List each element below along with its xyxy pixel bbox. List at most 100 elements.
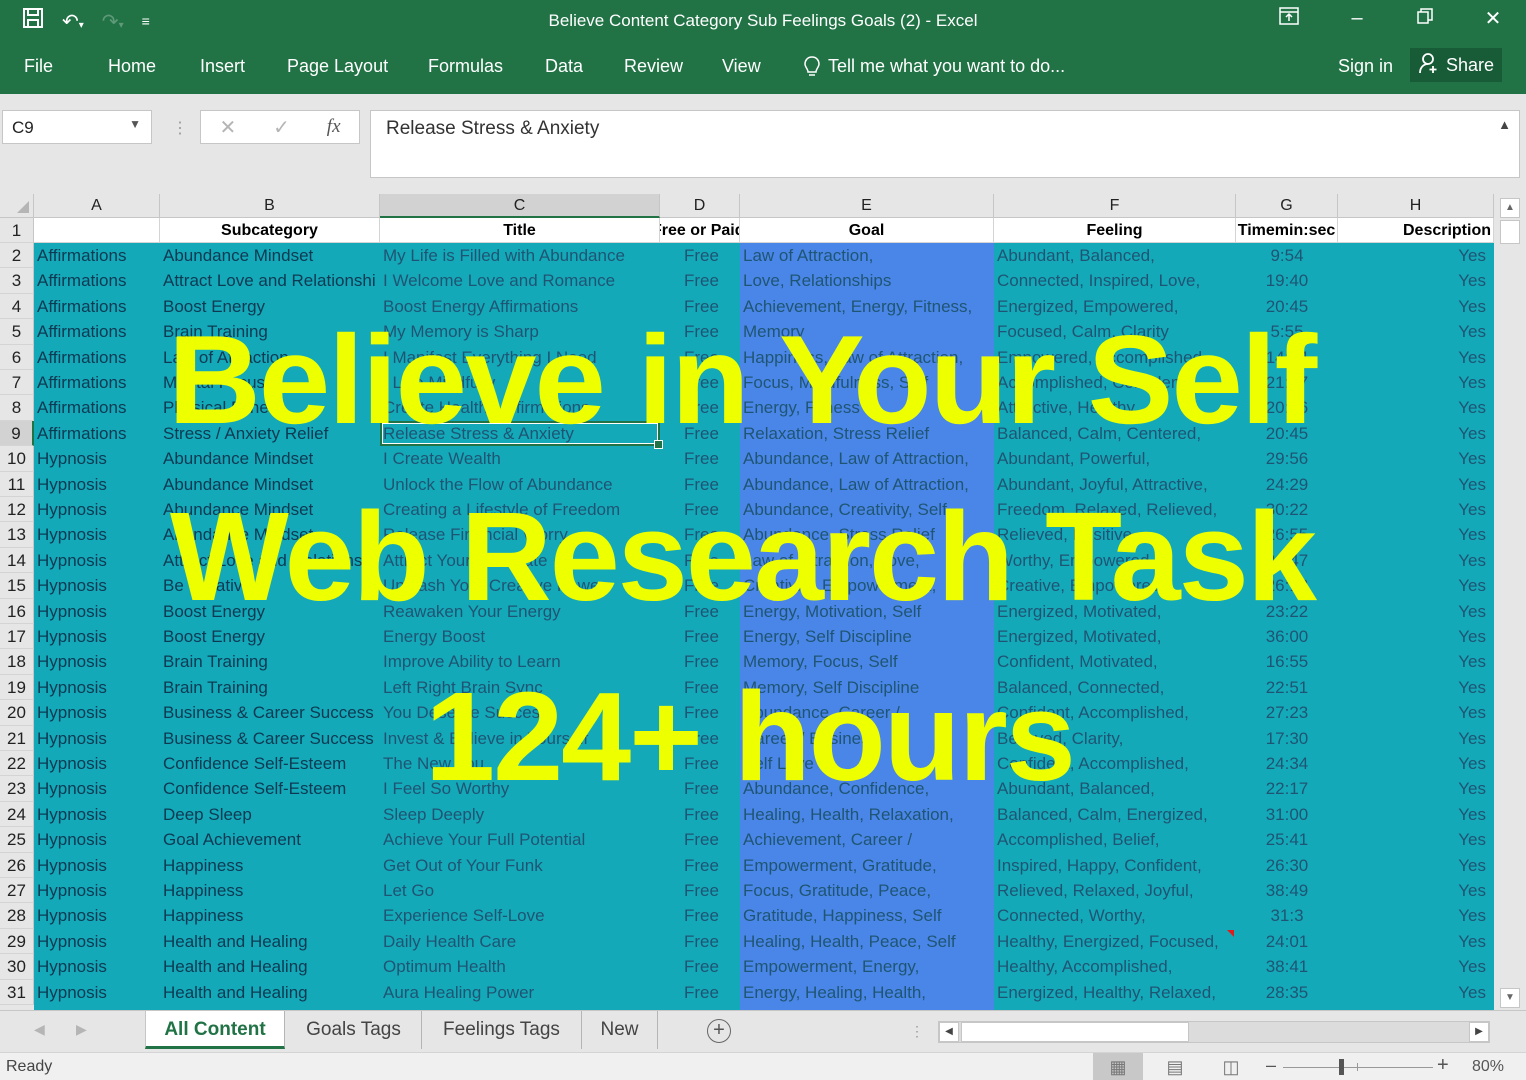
cell-f[interactable]: Focused, Calm, Clarity [994,319,1236,344]
cell-h[interactable]: Yes [1338,954,1494,979]
cell-f[interactable]: Accomplished, Confident [994,370,1236,395]
header-cell-h[interactable]: Description [1338,218,1494,243]
cell-b[interactable]: Happiness [160,903,380,928]
page-layout-view-icon[interactable]: ▤ [1150,1053,1200,1080]
add-sheet-icon[interactable]: + [707,1019,731,1043]
sign-in-link[interactable]: Sign in [1338,56,1393,77]
row-header[interactable]: 5 [0,319,34,345]
cell-h[interactable]: Yes [1338,548,1494,573]
cell-g[interactable]: 14:54 [1236,345,1338,370]
cell-g[interactable]: 29:56 [1236,446,1338,471]
cell-b[interactable]: Business & Career Success [160,700,380,725]
close-icon[interactable]: ✕ [1480,6,1506,31]
cell-c[interactable]: Daily Health Care [380,929,660,954]
cell-c[interactable]: Left Right Brain Sync [380,675,660,700]
row-header[interactable]: 6 [0,344,34,370]
cell-c[interactable]: Energy Boost [380,624,660,649]
cell-a[interactable]: Affirmations [34,319,160,344]
cell-h[interactable]: Yes [1338,497,1494,522]
cell-e[interactable]: Law of Attraction, Love, [740,548,994,573]
cell-a[interactable]: Hypnosis [34,980,160,1005]
cell-c[interactable]: I Feel So Worthy [380,776,660,801]
cell-d[interactable]: Free [660,599,740,624]
cell-f[interactable]: Believed, Clarity, [994,726,1236,751]
cell-d[interactable]: Free [660,548,740,573]
cell-e[interactable]: Memory [740,319,994,344]
cell-g[interactable]: 26:55 [1236,522,1338,547]
header-cell-c[interactable]: Title [380,218,660,243]
cell-a[interactable]: Hypnosis [34,675,160,700]
row-header[interactable]: 17 [0,624,34,650]
cell-f[interactable]: Healthy, Energized, Focused, [994,929,1236,954]
cell-e[interactable]: Empowerment, Gratitude, [740,853,994,878]
cell-e[interactable]: Healing, Health, Peace, Self [740,929,994,954]
cell-c[interactable]: You Deserve Success [380,700,660,725]
cell-h[interactable]: Yes [1338,675,1494,700]
cell-b[interactable]: Boost Energy [160,624,380,649]
cell-a[interactable]: Hypnosis [34,548,160,573]
cell-d[interactable]: Free [660,751,740,776]
cell-d[interactable]: Free [660,802,740,827]
cell-f[interactable]: Confident, Accomplished, [994,751,1236,776]
cell-h[interactable]: Yes [1338,929,1494,954]
cell-b[interactable]: Abundance Mindset [160,522,380,547]
cell-h[interactable]: Yes [1338,903,1494,928]
cell-a[interactable]: Hypnosis [34,522,160,547]
cell-g[interactable]: 36:00 [1236,624,1338,649]
row-header[interactable]: 19 [0,674,34,701]
row-header[interactable]: 30 [0,954,34,980]
cell-h[interactable]: Yes [1338,294,1494,319]
cell-e[interactable]: Focus, Gratitude, Peace, [740,878,994,903]
column-header-d[interactable]: D [660,194,740,218]
cell-d[interactable]: Free [660,497,740,522]
cell-h[interactable]: Yes [1338,776,1494,801]
cell-f[interactable]: Creative, Empowered, [994,573,1236,598]
cell-b[interactable]: Business & Career Success [160,726,380,751]
cell-d[interactable]: Free [660,649,740,674]
cell-f[interactable]: Relieved, Relaxed, Joyful, [994,878,1236,903]
cell-b[interactable]: Health and Healing [160,954,380,979]
cell-a[interactable]: Hypnosis [34,497,160,522]
cell-d[interactable]: Free [660,675,740,700]
cell-c[interactable]: Release Financial Worry [380,522,660,547]
cell-c[interactable]: Experience Self-Love [380,903,660,928]
cell-a[interactable]: Affirmations [34,268,160,293]
horizontal-scroll-thumb[interactable] [961,1022,1189,1042]
scroll-down-icon[interactable]: ▼ [1500,988,1520,1008]
column-header-a[interactable]: A [34,194,160,218]
tab-review[interactable]: Review [624,56,683,77]
row-header[interactable]: 20 [0,700,34,726]
enter-icon[interactable]: ✓ [273,115,290,140]
row-header[interactable]: 11 [0,471,34,497]
row-header[interactable]: 9 [0,420,34,447]
row-header[interactable]: 31 [0,979,34,1005]
cell-a[interactable]: Hypnosis [34,954,160,979]
cell-d[interactable]: Free [660,446,740,471]
tab-data[interactable]: Data [545,56,583,77]
cell-d[interactable]: Free [660,954,740,979]
cell-b[interactable]: Attract Love and Relationshi [160,268,380,293]
vertical-scroll-thumb[interactable] [1500,220,1520,244]
scroll-right-icon[interactable]: ▶ [1469,1022,1489,1042]
cell-b[interactable]: Brain Training [160,675,380,700]
row-header[interactable]: 2 [0,243,34,269]
cell-b[interactable]: Brain Training [160,319,380,344]
cell-c[interactable]: Improve Ability to Learn [380,649,660,674]
normal-view-icon[interactable]: ▦ [1093,1053,1143,1080]
cell-f[interactable]: Worthy, Empowered, [994,548,1236,573]
cell-h[interactable]: Yes [1338,649,1494,674]
cell-h[interactable]: Yes [1338,751,1494,776]
cell-e[interactable]: Abundance, Confidence, [740,776,994,801]
cell-h[interactable]: Yes [1338,980,1494,1005]
cell-h[interactable]: Yes [1338,319,1494,344]
cell-c[interactable]: My Memory is Sharp [380,319,660,344]
cell-c[interactable]: My Life is Filled with Abundance [380,243,660,268]
cell-b[interactable]: Health and Healing [160,929,380,954]
cell-h[interactable]: Yes [1338,599,1494,624]
cell-c[interactable]: Attract Your Soulmate [380,548,660,573]
cell-b[interactable]: Physical Fitness [160,395,380,420]
cell-b[interactable]: Abundance Mindset [160,472,380,497]
sheet-tab-goals-tags[interactable]: Goals Tags [286,1011,422,1049]
cell-a[interactable]: Hypnosis [34,827,160,852]
column-header-c[interactable]: C [380,194,660,218]
